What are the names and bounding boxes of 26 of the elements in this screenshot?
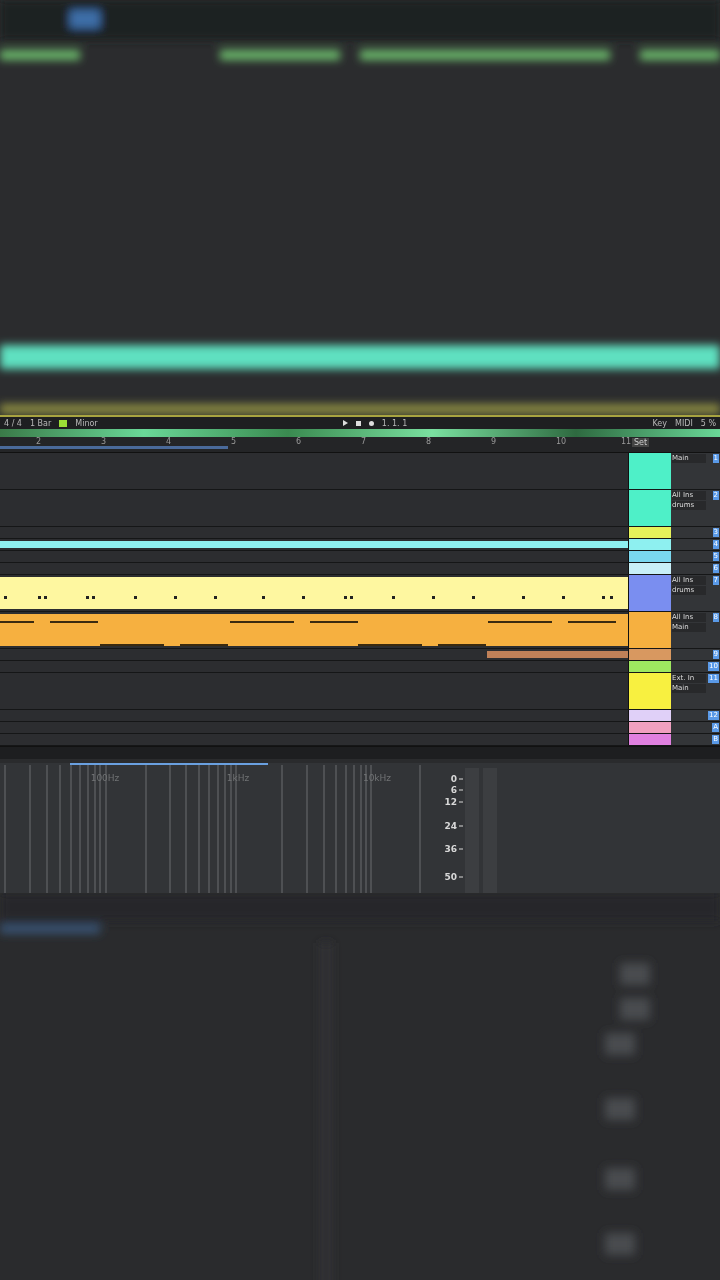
frequency-label: 1kHz: [226, 773, 250, 783]
ruler-label: 3: [101, 437, 107, 446]
toolbar-value[interactable]: Key: [652, 418, 667, 428]
position-value[interactable]: 1. 1. 1: [381, 418, 408, 428]
db-label: 36: [444, 844, 457, 854]
toolbar-value[interactable]: 4 / 4: [4, 418, 22, 428]
set-button[interactable]: Set: [632, 438, 650, 447]
ruler-label: 9: [491, 437, 497, 446]
ruler-label: 10: [556, 437, 567, 446]
toolbar-value[interactable]: MIDI: [675, 418, 693, 428]
toolbar-value[interactable]: 1 Bar: [29, 418, 52, 428]
db-label: 12: [444, 797, 457, 807]
db-label: 50: [444, 872, 457, 882]
toolbar-value[interactable]: 5 %: [700, 418, 716, 428]
ruler-label: 5: [231, 437, 237, 446]
db-label: 0: [450, 774, 457, 784]
toolbar-value[interactable]: Minor: [75, 418, 98, 428]
ruler-label: 7: [361, 437, 367, 446]
beat-ruler[interactable]: 2 3 4 5 6 7 8 9 10 11 Set: [0, 437, 720, 453]
ruler-label: 11: [621, 437, 632, 446]
ruler-label: 2: [36, 437, 42, 446]
db-label: 24: [444, 821, 457, 831]
ruler-label: 6: [296, 437, 302, 446]
ruler-label: 4: [166, 437, 172, 446]
db-label: 6: [450, 785, 457, 795]
ruler-label: 8: [426, 437, 432, 446]
